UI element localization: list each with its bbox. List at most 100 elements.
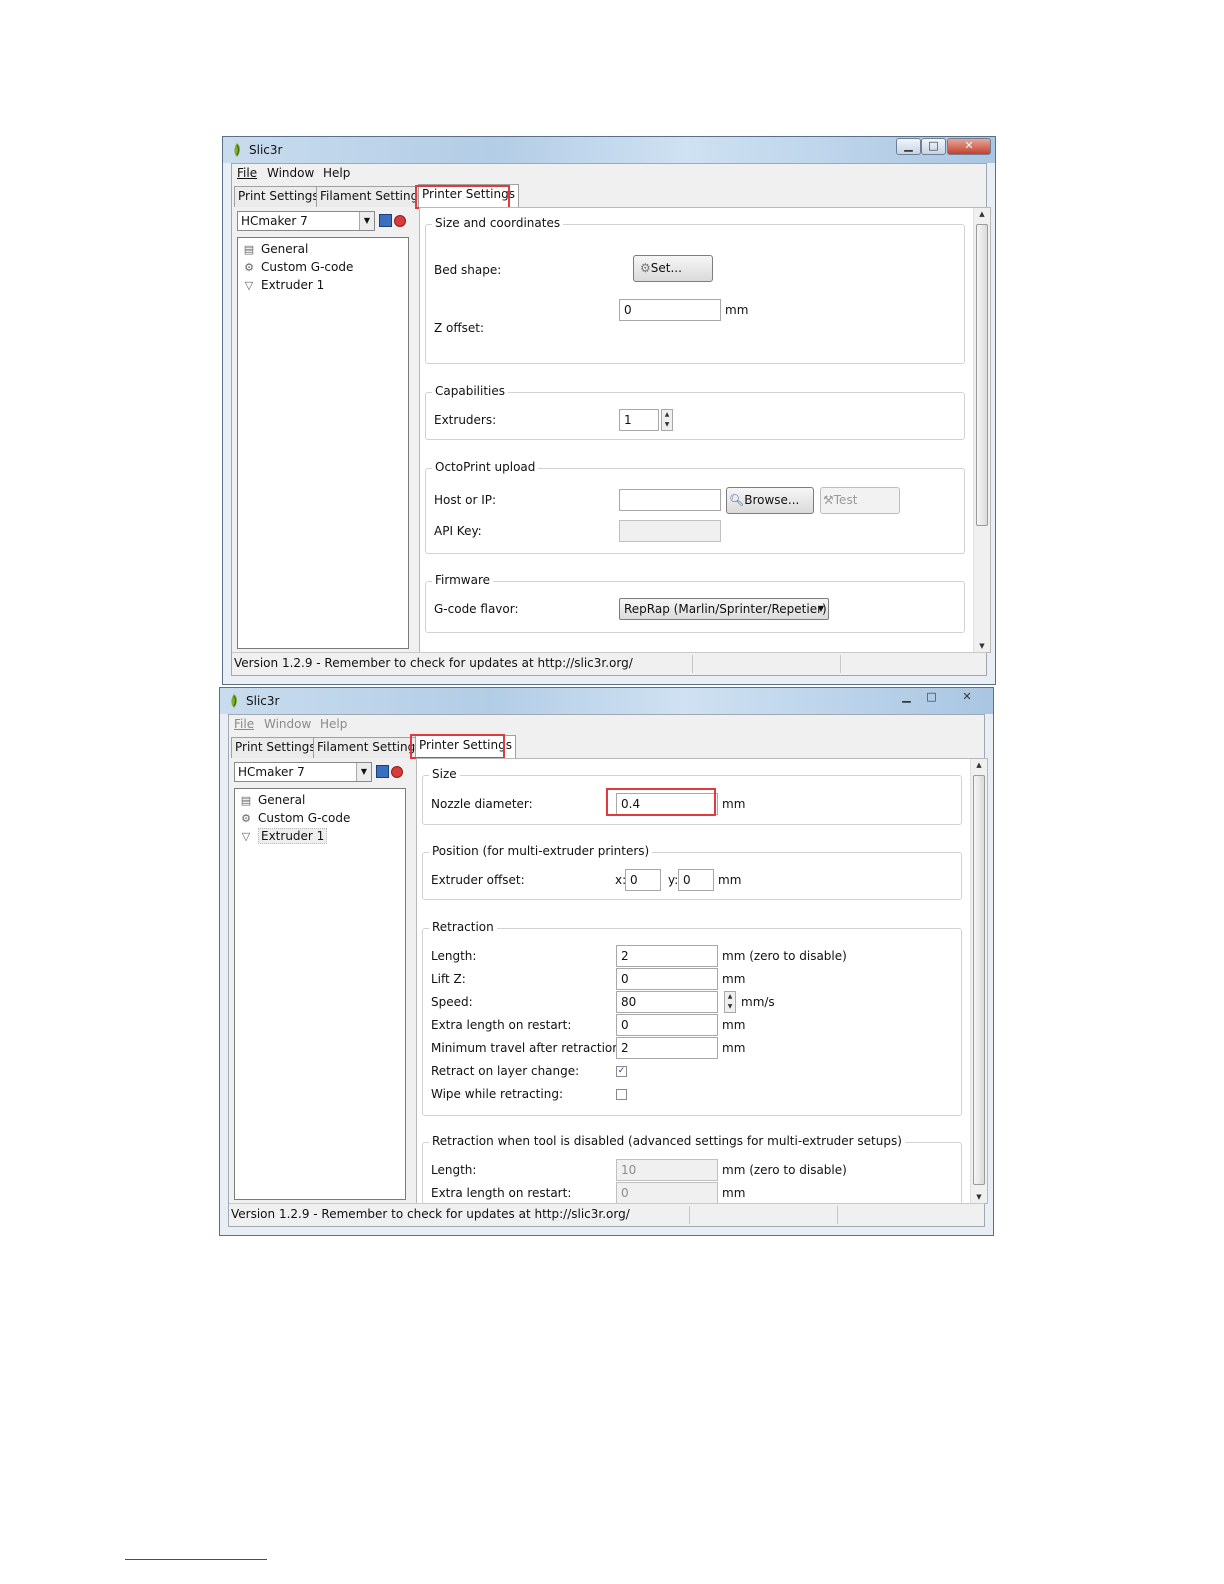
toolchange-extra-input[interactable]: 0 [616,1182,718,1203]
scroll-down-icon[interactable]: ▼ [971,1193,987,1201]
status-bar: Version 1.2.9 - Remember to check for up… [229,1203,984,1226]
gcode-flavor-select[interactable]: RepRap (Marlin/Sprinter/Repetier) ▼ [619,598,829,620]
api-key-input[interactable] [619,520,721,542]
toolchange-extra-label: Extra length on restart: [431,1186,572,1200]
toolchange-length-input[interactable]: 10 [616,1159,718,1181]
group-title: Firmware [432,573,493,587]
tree-item-general[interactable]: ▤ General [242,242,309,256]
nozzle-diameter-unit: mm [722,797,746,811]
test-button[interactable]: ⚒Test [820,487,900,514]
tab-filament-settings[interactable]: Filament Settings [316,186,429,207]
slic3r-window-top: Slic3r ▁ □ ✕ File Window Help Print Sett… [222,136,996,685]
tree-item-extruder-1[interactable]: ▽ Extruder 1 [239,828,328,844]
retract-length-label: Length: [431,949,477,963]
maximize-icon[interactable]: □ [919,689,944,706]
menu-window[interactable]: Window [267,166,314,180]
scroll-up-icon[interactable]: ▲ [974,210,990,218]
preset-value: HCmaker 7 [238,765,305,779]
preset-value: HCmaker 7 [241,214,308,228]
vertical-scrollbar[interactable]: ▲ ▼ [970,759,987,1203]
gear-icon: ⚙ [640,261,651,275]
toolchange-length-unit: mm (zero to disable) [722,1163,847,1177]
status-separator [837,1206,838,1224]
title-bar: Slic3r ▁ □ ✕ [220,688,993,714]
close-icon[interactable]: ✕ [947,138,991,155]
highlight-box-printer-tab [415,185,510,209]
status-text: Version 1.2.9 - Remember to check for up… [231,1207,630,1221]
minimize-icon[interactable]: ▁ [896,138,921,155]
printer-icon: ▤ [240,794,252,807]
maximize-icon[interactable]: □ [921,138,946,155]
tree-item-custom-gcode[interactable]: ⚙ Custom G-code [242,260,353,274]
preset-select[interactable]: HCmaker 7 ▼ [237,211,375,231]
status-separator [840,655,841,673]
lift-z-input[interactable]: 0 [616,968,718,990]
settings-panel: Size and coordinates Bed shape: ⚙Set... … [419,207,991,653]
save-icon[interactable] [376,765,389,778]
extra-length-unit: mm [722,1018,746,1032]
group-title: Size [429,767,460,781]
group-title: Capabilities [432,384,508,398]
preset-select[interactable]: HCmaker 7 ▼ [234,762,372,782]
scroll-down-icon[interactable]: ▼ [974,642,990,650]
scroll-thumb[interactable] [976,224,988,526]
retract-speed-spinner[interactable]: ▲ ▼ [724,991,736,1013]
slic3r-window-bottom: Slic3r ▁ □ ✕ File Window Help Print Sett… [219,687,994,1236]
toolchange-extra-unit: mm [722,1186,746,1200]
extruders-label: Extruders: [434,413,497,427]
scroll-up-icon[interactable]: ▲ [971,761,987,769]
retract-length-input[interactable]: 2 [616,945,718,967]
tree-item-custom-gcode[interactable]: ⚙ Custom G-code [239,811,350,825]
tab-print-settings[interactable]: Print Settings [234,186,323,207]
extra-length-input[interactable]: 0 [616,1014,718,1036]
status-separator [689,1206,690,1224]
status-separator [692,655,693,673]
extruders-input[interactable]: 1 [619,409,659,431]
gear-icon: ⚙ [241,812,251,825]
settings-panel: Size Nozzle diameter: 0.4 mm Position (f… [416,758,988,1204]
z-offset-input[interactable]: 0 [619,299,721,321]
save-icon[interactable] [379,214,392,227]
wipe-checkbox[interactable] [616,1089,627,1100]
menu-file[interactable]: File [237,166,257,180]
offset-x-input[interactable]: 0 [625,869,661,891]
wipe-label: Wipe while retracting: [431,1087,563,1101]
tree-item-extruder-1[interactable]: ▽ Extruder 1 [242,278,325,292]
wrench-icon: ⚒ [823,493,834,507]
menu-file[interactable]: File [234,717,254,731]
menu-help[interactable]: Help [323,166,350,180]
menu-help[interactable]: Help [320,717,347,731]
tab-print-settings[interactable]: Print Settings [231,737,320,758]
offset-y-input[interactable]: 0 [678,869,714,891]
retract-speed-input[interactable]: 80 [616,991,718,1013]
group-capabilities: Capabilities Extruders: 1 ▲ ▼ [425,384,965,440]
delete-icon[interactable] [391,766,403,778]
menu-window[interactable]: Window [264,717,311,731]
set-bed-shape-button[interactable]: ⚙Set... [633,255,713,282]
toolchange-length-label: Length: [431,1163,477,1177]
vertical-scrollbar[interactable]: ▲ ▼ [973,208,990,652]
extruders-spinner[interactable]: ▲ ▼ [661,409,673,431]
group-size-coordinates: Size and coordinates Bed shape: ⚙Set... … [425,216,965,364]
z-offset-unit: mm [725,303,749,317]
scroll-thumb[interactable] [973,775,985,1185]
window-title: Slic3r [246,694,280,708]
chevron-down-icon: ▼ [356,763,371,781]
gear-icon: ⚙ [244,261,254,274]
browse-button[interactable]: 🔍︎Browse... [726,487,814,514]
group-octoprint: OctoPrint upload Host or IP: 🔍︎Browse...… [425,460,965,554]
host-input[interactable] [619,489,721,511]
client-area: File Window Help Print Settings Filament… [231,163,991,676]
funnel-icon: ▽ [241,830,251,843]
minimize-icon[interactable]: ▁ [894,689,919,706]
close-icon[interactable]: ✕ [945,689,989,706]
retract-speed-label: Speed: [431,995,473,1009]
retract-layer-change-checkbox[interactable]: ✓ [616,1066,627,1077]
status-text: Version 1.2.9 - Remember to check for up… [234,656,633,670]
min-travel-input[interactable]: 2 [616,1037,718,1059]
group-title: Size and coordinates [432,216,564,230]
group-position: Position (for multi-extruder printers) E… [422,844,962,900]
delete-icon[interactable] [394,215,406,227]
tab-filament-settings[interactable]: Filament Settings [313,737,426,758]
tree-item-general[interactable]: ▤ General [239,793,306,807]
